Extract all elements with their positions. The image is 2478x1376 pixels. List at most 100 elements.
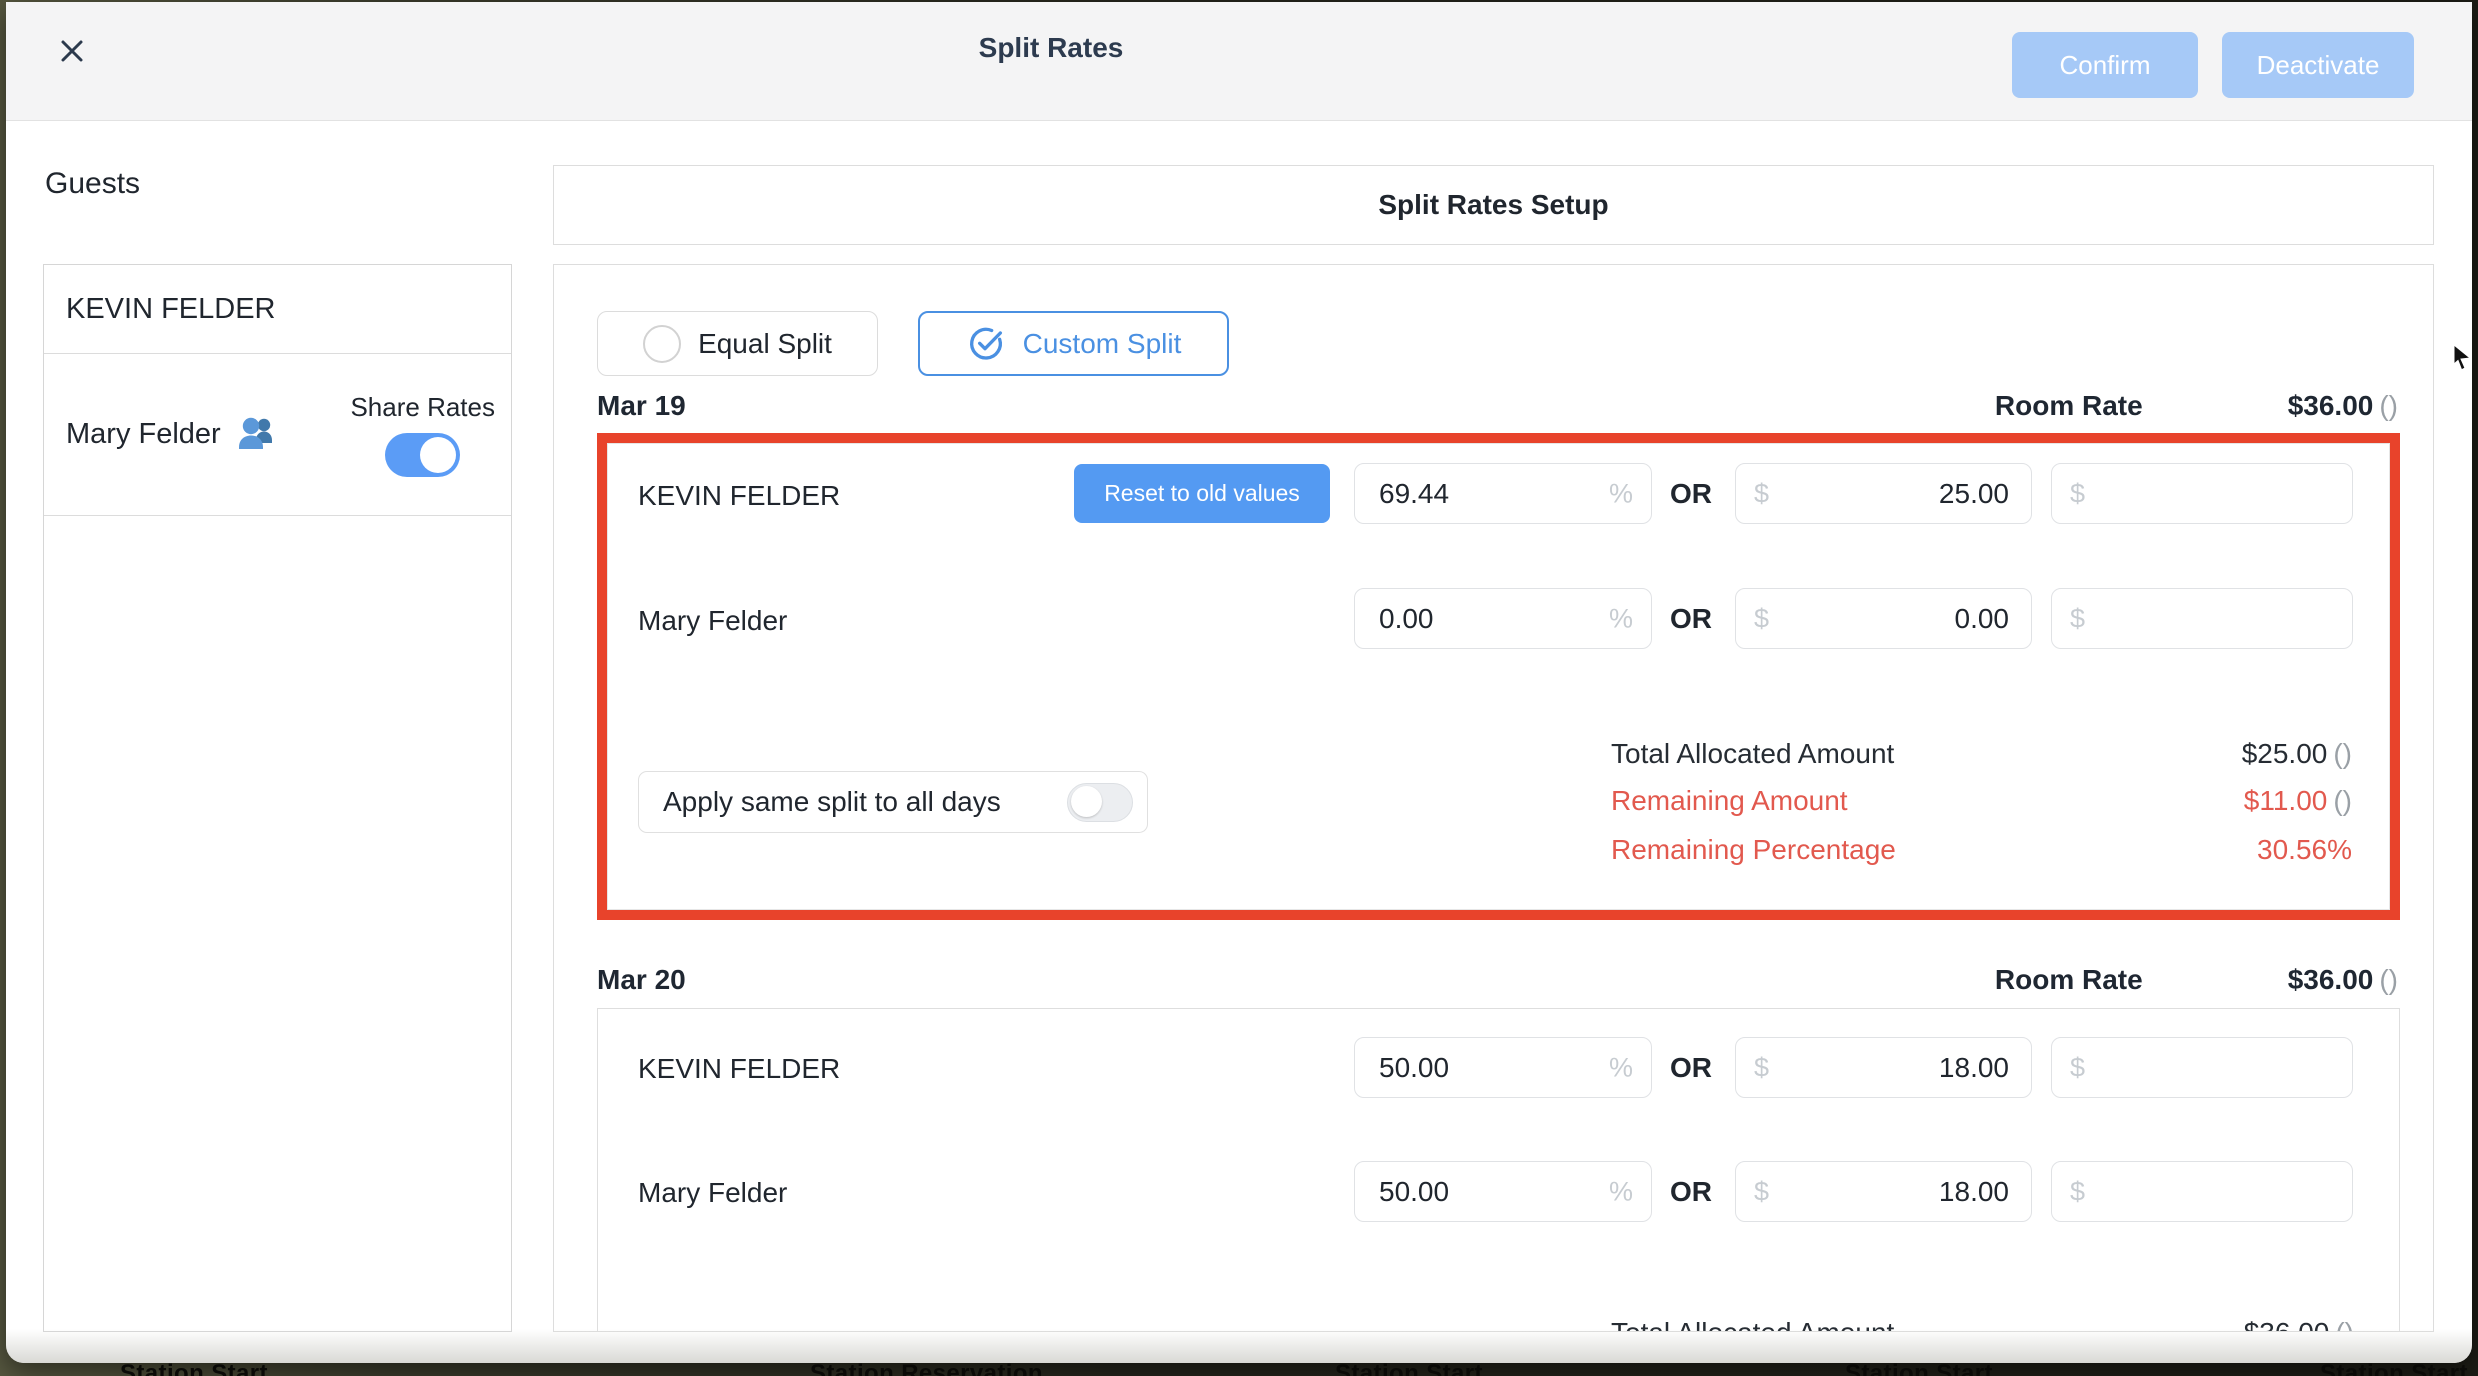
total-suffix: (): [2333, 738, 2352, 769]
or-label: OR: [1670, 1052, 1712, 1084]
total-label: Remaining Percentage: [1611, 830, 1896, 870]
extra-amount-input[interactable]: [2052, 1162, 2352, 1221]
percent-suffix: %: [1609, 1176, 1633, 1207]
day-header-mar-20: Mar 20 Room Rate $36.00(): [597, 957, 2398, 1003]
guest-name: Mary Felder: [66, 418, 221, 451]
total-value: $25.00: [2242, 738, 2328, 769]
extra-amount-input[interactable]: [2052, 589, 2352, 648]
amount-input[interactable]: [1736, 1162, 2031, 1221]
percent-suffix: %: [1609, 478, 1633, 509]
day-date: Mar 20: [597, 964, 686, 996]
amount-input-box: $: [1735, 588, 2032, 649]
radio-circle-icon: [643, 325, 681, 363]
total-label: Remaining Amount: [1611, 781, 1848, 821]
percent-input[interactable]: [1355, 464, 1651, 523]
amount-input-box: $: [1735, 1161, 2032, 1222]
amount-input[interactable]: [1736, 464, 2031, 523]
total-value: 30.56%: [2257, 834, 2352, 865]
split-row-guest-name: KEVIN FELDER: [638, 1053, 840, 1085]
total-value: $11.00: [2244, 785, 2328, 816]
amount-input[interactable]: [1736, 589, 2031, 648]
dollar-prefix: $: [2070, 1052, 2085, 1083]
dollar-prefix: $: [1754, 1176, 1769, 1207]
screen: Station Start Station Reservation Statio…: [0, 0, 2478, 1376]
percent-input-box: %: [1354, 1161, 1652, 1222]
equal-split-label: Equal Split: [698, 328, 832, 360]
toggle-knob: [420, 437, 456, 473]
extra-amount-input-box: $: [2051, 463, 2353, 524]
remaining-amount-row: Remaining Amount $11.00(): [608, 781, 2389, 821]
room-rate-label: Room Rate: [1995, 390, 2143, 422]
percent-input-box: %: [1354, 463, 1652, 524]
guest-name: KEVIN FELDER: [66, 293, 276, 326]
amount-input-box: $: [1735, 463, 2032, 524]
percent-input[interactable]: [1355, 1038, 1651, 1097]
dollar-prefix: $: [1754, 478, 1769, 509]
guest-item-kevin-felder[interactable]: KEVIN FELDER: [44, 265, 511, 354]
percent-suffix: %: [1609, 603, 1633, 634]
total-suffix: (): [2335, 1317, 2354, 1332]
extra-amount-input-box: $: [2051, 1037, 2353, 1098]
percent-input-box: %: [1354, 588, 1652, 649]
guest-item-mary-felder[interactable]: Mary Felder Share Rates: [44, 354, 511, 516]
or-label: OR: [1670, 478, 1712, 510]
total-allocated-row: Total Allocated Amount $36.00 (): [598, 1313, 2399, 1332]
split-row-guest-name: Mary Felder: [638, 605, 787, 637]
equal-split-option[interactable]: Equal Split: [597, 311, 878, 376]
dollar-prefix: $: [2070, 1176, 2085, 1207]
day-date: Mar 19: [597, 390, 686, 422]
or-label: OR: [1670, 603, 1712, 635]
guest-panel: KEVIN FELDER Mary Felder Share Rates: [43, 264, 512, 1332]
setup-body: Equal Split Custom Split Mar 19 Room Rat…: [553, 264, 2434, 1332]
dollar-prefix: $: [1754, 603, 1769, 634]
guests-heading: Guests: [45, 167, 140, 201]
extra-amount-input[interactable]: [2052, 1038, 2352, 1097]
mouse-cursor: [2453, 345, 2471, 376]
split-row-guest-name: Mary Felder: [638, 1177, 787, 1209]
room-rate-value: $36.00: [2288, 964, 2374, 995]
extra-amount-input-box: $: [2051, 1161, 2353, 1222]
split-row-guest-name: KEVIN FELDER: [638, 480, 840, 512]
share-rates-label: Share Rates: [350, 392, 495, 423]
percent-input[interactable]: [1355, 1162, 1651, 1221]
reset-to-old-values-button[interactable]: Reset to old values: [1074, 464, 1330, 523]
total-suffix: (): [2333, 785, 2352, 816]
percent-input-box: %: [1354, 1037, 1652, 1098]
dollar-prefix: $: [2070, 603, 2085, 634]
room-rate-label: Room Rate: [1995, 964, 2143, 996]
close-icon[interactable]: [50, 30, 94, 74]
percent-input[interactable]: [1355, 589, 1651, 648]
day-panel-mar-19: KEVIN FELDER Reset to old values % OR $ …: [607, 443, 2390, 910]
total-allocated-row: Total Allocated Amount $25.00(): [608, 734, 2389, 774]
share-rates-group: Share Rates: [350, 392, 495, 477]
setup-title: Split Rates Setup: [1378, 189, 1608, 221]
confirm-button[interactable]: Confirm: [2012, 32, 2198, 98]
custom-split-option[interactable]: Custom Split: [918, 311, 1229, 376]
room-rate-suffix: (): [2379, 964, 2398, 995]
day-panel-mar-20: KEVIN FELDER % OR $ $ Mary Felder %: [597, 1008, 2400, 1332]
dollar-prefix: $: [2070, 478, 2085, 509]
share-rates-toggle[interactable]: [385, 433, 460, 477]
people-icon: [235, 416, 283, 454]
dollar-prefix: $: [1754, 1052, 1769, 1083]
total-label: Total Allocated Amount: [1611, 1313, 1894, 1332]
total-label: Total Allocated Amount: [1611, 734, 1894, 774]
day-header-mar-19: Mar 19 Room Rate $36.00(): [597, 383, 2398, 429]
deactivate-button[interactable]: Deactivate: [2222, 32, 2414, 98]
custom-split-label: Custom Split: [1023, 328, 1182, 360]
split-rates-modal: Split Rates Confirm Deactivate Guests KE…: [6, 2, 2472, 1363]
check-circle-icon: [966, 324, 1006, 364]
modal-title: Split Rates: [906, 2, 1196, 120]
highlight-red-box: KEVIN FELDER Reset to old values % OR $ …: [597, 433, 2400, 920]
remaining-percentage-row: Remaining Percentage 30.56%: [608, 830, 2389, 870]
room-rate-value: $36.00: [2288, 390, 2374, 421]
percent-suffix: %: [1609, 1052, 1633, 1083]
room-rate-suffix: (): [2379, 390, 2398, 421]
setup-header: Split Rates Setup: [553, 165, 2434, 245]
modal-top-bar: Split Rates Confirm Deactivate: [6, 2, 2472, 121]
total-value: $36.00: [2244, 1317, 2330, 1332]
amount-input[interactable]: [1736, 1038, 2031, 1097]
amount-input-box: $: [1735, 1037, 2032, 1098]
extra-amount-input-box: $: [2051, 588, 2353, 649]
extra-amount-input[interactable]: [2052, 464, 2352, 523]
